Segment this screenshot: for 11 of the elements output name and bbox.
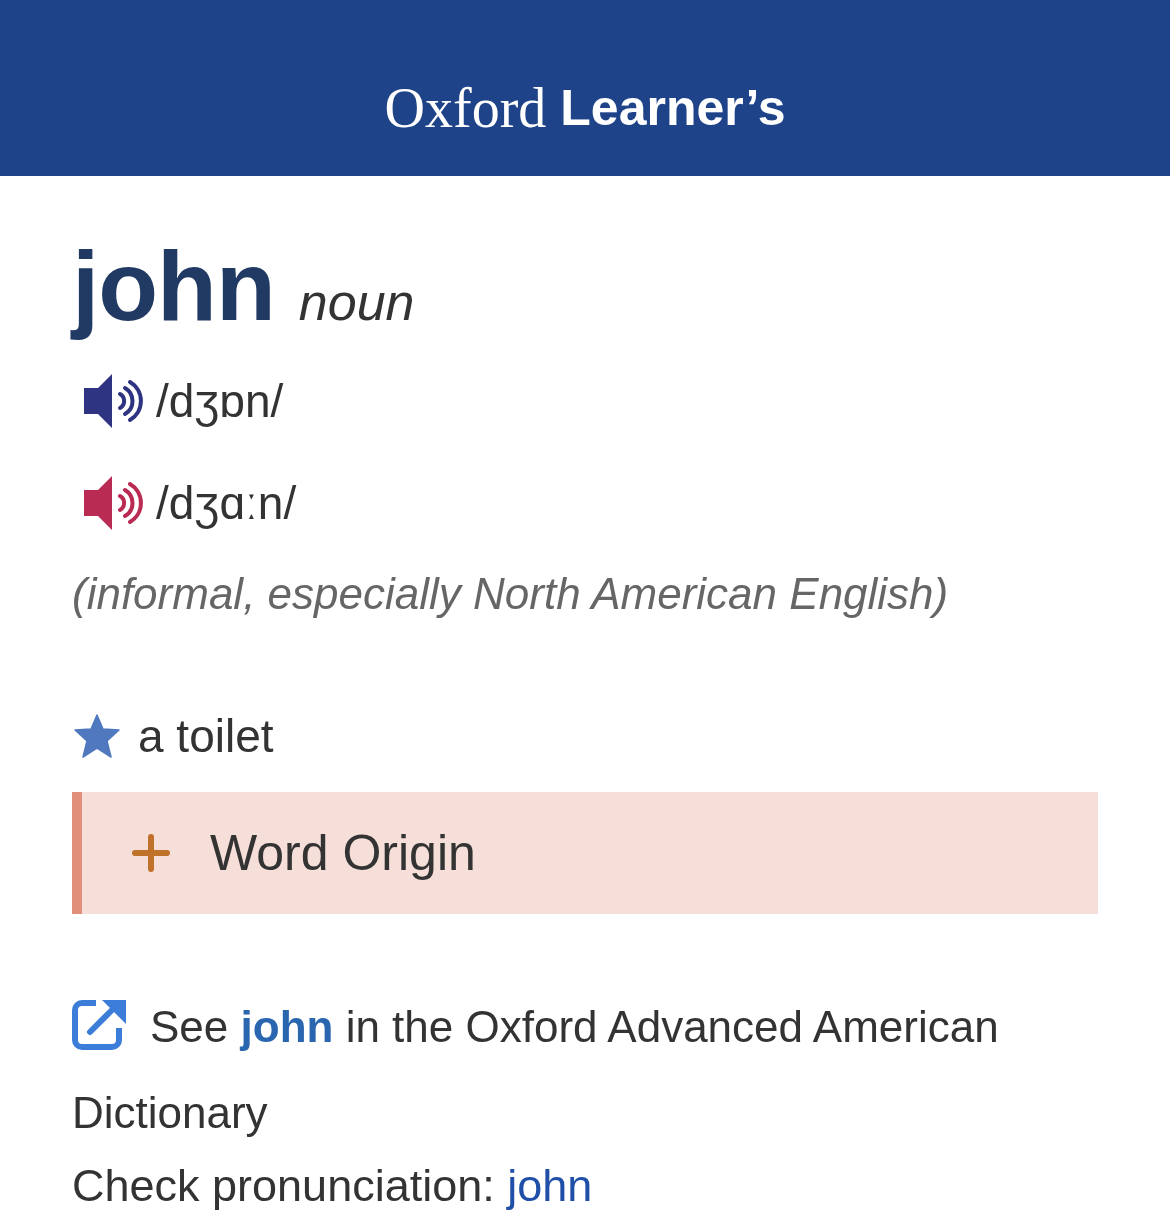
headword: john xyxy=(72,230,275,343)
definition: a toilet xyxy=(138,708,274,764)
external-link-icon xyxy=(72,998,126,1050)
logo-text: Learner’s xyxy=(560,83,786,133)
usage-label: (informal, especially North American English) xyxy=(72,568,950,620)
logo-text: Oxford xyxy=(384,80,547,136)
word-origin-toggle[interactable]: Word Origin xyxy=(72,792,1098,914)
check-pronunciation-label: Check pronunciation: xyxy=(72,1160,495,1211)
part-of-speech: noun xyxy=(298,272,415,332)
headword-link[interactable]: john xyxy=(240,1002,334,1051)
pronunciation-link[interactable]: john xyxy=(507,1160,593,1211)
